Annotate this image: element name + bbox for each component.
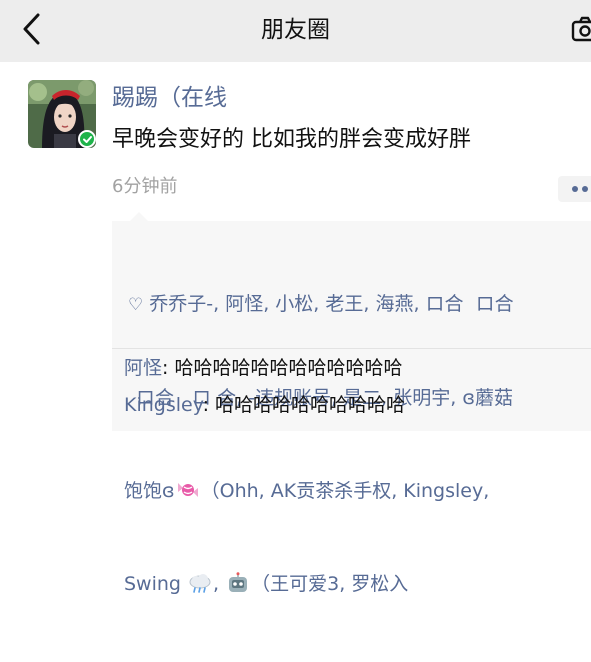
check-icon xyxy=(83,136,92,143)
nav-bar: 朋友圈 xyxy=(0,0,591,62)
likes-line[interactable]: （王可爱3, 罗松入 xyxy=(251,573,408,595)
comment-box: ♡ 乔乔子-, 阿怪, 小松, 老王, 海燕, ロ合 ロ合 ロ合 ロ 合, -违… xyxy=(112,212,591,595)
likes-line[interactable]: 乔乔子-, 阿怪, 小松, 老王, 海燕, ロ合 ロ合 xyxy=(149,293,513,315)
page-title: 朋友圈 xyxy=(261,17,330,43)
post-timestamp: 6分钟前 xyxy=(112,176,178,197)
comment-author[interactable]: 阿怪 xyxy=(124,357,162,379)
comment-text: 哈哈哈哈哈哈哈哈哈哈 xyxy=(215,394,406,416)
camera-icon[interactable] xyxy=(570,14,591,44)
cloud-emoji-icon xyxy=(189,574,211,593)
comment-text: 哈哈哈哈哈哈哈哈哈哈哈哈 xyxy=(174,357,403,379)
online-status-badge xyxy=(78,130,96,148)
comment-author[interactable]: Kingsley xyxy=(124,394,203,416)
more-icon xyxy=(572,186,578,192)
candy-emoji-icon xyxy=(177,483,198,497)
comment-separator: : xyxy=(202,394,216,416)
post-text: 早晚会变好的 比如我的胖会变成好胖 xyxy=(112,127,471,152)
likes-line[interactable]: （Ohh, AK贡茶杀手权, Kingsley, xyxy=(201,480,490,502)
likes-line: , xyxy=(213,573,220,595)
more-button[interactable] xyxy=(558,176,591,202)
likes-line[interactable]: Swing xyxy=(124,573,181,595)
comment-row[interactable]: 阿怪: 哈哈哈哈哈哈哈哈哈哈哈哈 xyxy=(124,354,402,382)
heart-icon: ♡ xyxy=(128,295,144,315)
likes-list: ♡ 乔乔子-, 阿怪, 小松, 老王, 海燕, ロ合 ロ合 ロ合 ロ 合, -违… xyxy=(124,227,591,662)
comment-row[interactable]: Kingsley: 哈哈哈哈哈哈哈哈哈哈 xyxy=(124,391,405,419)
likes-line[interactable]: 饱饱ɞ xyxy=(124,480,175,502)
more-icon xyxy=(582,186,588,192)
robot-emoji-icon xyxy=(229,572,248,592)
divider xyxy=(112,348,591,349)
post-author-name[interactable]: 踢踢（在线 xyxy=(112,81,227,115)
comment-separator: : xyxy=(162,357,175,379)
